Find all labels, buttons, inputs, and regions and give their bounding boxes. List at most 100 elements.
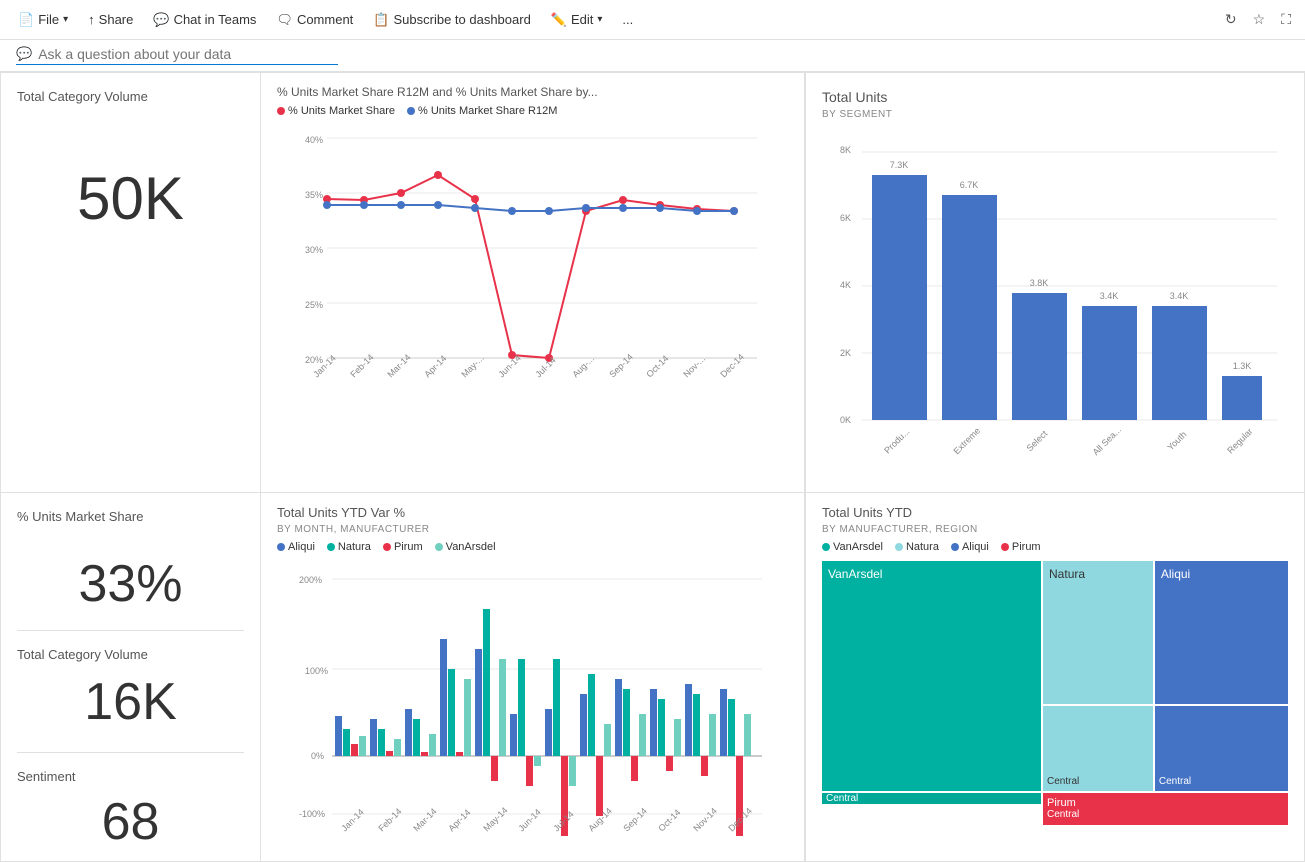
- svg-text:Feb-14: Feb-14: [376, 806, 403, 833]
- svg-text:4K: 4K: [840, 280, 851, 290]
- edit-button[interactable]: ✏️ Edit ▾: [543, 8, 611, 32]
- svg-text:Aug-...: Aug-...: [570, 354, 596, 380]
- svg-text:200%: 200%: [299, 575, 322, 585]
- legend-item-2: % Units Market Share R12M: [407, 105, 557, 117]
- treemap-pirum[interactable]: Pirum Central: [1041, 791, 1288, 825]
- svg-text:Feb-14: Feb-14: [348, 352, 375, 379]
- subscribe-label: Subscribe to dashboard: [393, 12, 530, 27]
- tile-bar-chart[interactable]: Total Units BY SEGMENT 0K 2K 4K 6K 8K 7.…: [805, 72, 1305, 492]
- fullscreen-icon[interactable]: ⛶: [1277, 7, 1295, 32]
- units-market-share-value: 33%: [17, 554, 244, 614]
- svg-text:-100%: -100%: [299, 809, 325, 819]
- svg-text:7.3K: 7.3K: [890, 160, 909, 170]
- edit-label: Edit: [571, 12, 593, 27]
- treemap-aliqui[interactable]: Aliqui: [1153, 561, 1288, 704]
- cat-vol-2-title: Total Category Volume: [17, 647, 244, 662]
- legend-pirum: Pirum: [383, 541, 423, 553]
- file-chevron-icon: ▾: [63, 14, 68, 25]
- treemap-natura[interactable]: Natura: [1041, 561, 1153, 704]
- svg-text:6.7K: 6.7K: [960, 180, 979, 190]
- legend-aliqui: Aliqui: [277, 541, 315, 553]
- svg-text:Sep-14: Sep-14: [607, 352, 635, 380]
- svg-text:Regular: Regular: [1225, 426, 1254, 455]
- svg-text:Nov-...: Nov-...: [681, 354, 707, 380]
- comment-icon: 🗨: [276, 12, 293, 28]
- treemap-aliqui-central[interactable]: Central: [1153, 704, 1288, 791]
- sentiment-value: 68: [17, 792, 244, 852]
- svg-text:2K: 2K: [840, 348, 851, 358]
- treemap-cells: VanArsdel Natura Aliqui Central Central …: [822, 561, 1288, 825]
- svg-text:May-...: May-...: [459, 353, 486, 380]
- line-chart-svg: 40% 35% 30% 25% 20%: [277, 123, 767, 433]
- svg-text:Oct-14: Oct-14: [644, 353, 670, 379]
- chat-button[interactable]: 💬 Chat in Teams: [145, 8, 264, 32]
- chat-label: Chat in Teams: [174, 12, 257, 27]
- favorite-icon[interactable]: ☆: [1249, 7, 1270, 32]
- svg-text:35%: 35%: [305, 190, 323, 200]
- file-icon: 📄: [18, 12, 34, 28]
- tile-1-value: 50K: [17, 164, 244, 233]
- edit-icon: ✏️: [551, 12, 567, 28]
- toolbar: 📄 File ▾ ↑ Share 💬 Chat in Teams 🗨 Comme…: [0, 0, 1305, 40]
- bar2-subtitle: BY MONTH, MANUFACTURER: [277, 524, 788, 535]
- more-button[interactable]: ...: [614, 8, 641, 31]
- share-label: Share: [99, 12, 134, 27]
- treemap-subtitle: BY MANUFACTURER, REGION: [822, 524, 1288, 535]
- svg-text:Apr-14: Apr-14: [422, 353, 448, 379]
- tile-line-chart[interactable]: % Units Market Share R12M and % Units Ma…: [260, 72, 805, 492]
- legend-aliqui-tm: Aliqui: [951, 541, 989, 553]
- tile-left-bottom[interactable]: % Units Market Share 33% Total Category …: [0, 492, 260, 862]
- legend-label-1: % Units Market Share: [288, 105, 395, 117]
- svg-text:Produ...: Produ...: [882, 426, 911, 455]
- line-chart-legend: % Units Market Share % Units Market Shar…: [277, 105, 788, 117]
- svg-text:1.3K: 1.3K: [1233, 361, 1252, 371]
- svg-text:Jan-14: Jan-14: [339, 807, 366, 834]
- file-menu[interactable]: 📄 File ▾: [10, 8, 76, 32]
- treemap-legend: VanArsdel Natura Aliqui Pirum: [822, 541, 1288, 553]
- refresh-icon[interactable]: ↻: [1221, 7, 1241, 32]
- treemap-natura-central[interactable]: Central: [1041, 704, 1153, 791]
- ask-underline[interactable]: 💬: [16, 46, 338, 65]
- tile-category-volume-2: Total Category Volume 16K Sentiment 68: [17, 631, 244, 852]
- svg-text:25%: 25%: [305, 300, 323, 310]
- legend-pirum-tm: Pirum: [1001, 541, 1041, 553]
- comment-button[interactable]: 🗨 Comment: [268, 8, 361, 32]
- svg-text:0K: 0K: [840, 415, 851, 425]
- toolbar-right: ↻ ☆ ⛶: [1221, 7, 1295, 32]
- more-label: ...: [622, 12, 633, 27]
- subscribe-button[interactable]: 📋 Subscribe to dashboard: [365, 8, 539, 32]
- ask-input[interactable]: [38, 46, 338, 62]
- tile-total-category-volume-1[interactable]: Total Category Volume 50K: [0, 72, 260, 492]
- treemap-title: Total Units YTD: [822, 505, 1288, 520]
- tile-units-market-share: % Units Market Share 33%: [17, 509, 244, 631]
- svg-text:3.8K: 3.8K: [1030, 278, 1049, 288]
- svg-text:8K: 8K: [840, 145, 851, 155]
- legend-natura: Natura: [327, 541, 371, 553]
- svg-text:Jun-14: Jun-14: [516, 807, 543, 834]
- svg-text:100%: 100%: [305, 666, 328, 676]
- share-button[interactable]: ↑ Share: [80, 8, 141, 31]
- file-label: File: [38, 12, 59, 27]
- svg-text:Extreme: Extreme: [951, 425, 982, 456]
- bar-chart-subtitle: BY SEGMENT: [822, 109, 1288, 120]
- treemap-vanarsdel-central[interactable]: Central: [822, 791, 1041, 804]
- svg-text:All Sea...: All Sea...: [1091, 425, 1124, 458]
- bar2-svg: 200% 100% 0% -100%: [277, 559, 767, 849]
- subscribe-icon: 📋: [373, 12, 389, 28]
- treemap-vanarsdel[interactable]: VanArsdel: [822, 561, 1041, 791]
- line-chart-title: % Units Market Share R12M and % Units Ma…: [277, 85, 788, 99]
- svg-text:30%: 30%: [305, 245, 323, 255]
- svg-text:3.4K: 3.4K: [1170, 291, 1189, 301]
- legend-dot-2: [407, 107, 415, 115]
- bar2-legend: Aliqui Natura Pirum VanArsdel: [277, 541, 788, 553]
- legend-natura-tm: Natura: [895, 541, 939, 553]
- bar-chart-svg: 0K 2K 4K 6K 8K 7.3K Produ... 6.7K Extrem…: [822, 128, 1282, 478]
- tile-treemap[interactable]: Total Units YTD BY MANUFACTURER, REGION …: [805, 492, 1305, 862]
- tile-bar-chart2[interactable]: Total Units YTD Var % BY MONTH, MANUFACT…: [260, 492, 805, 862]
- svg-text:3.4K: 3.4K: [1100, 291, 1119, 301]
- legend-vanarsdel: VanArsdel: [435, 541, 496, 553]
- bar2-title: Total Units YTD Var %: [277, 505, 788, 520]
- chat-icon: 💬: [153, 12, 169, 28]
- svg-text:May-14: May-14: [481, 805, 509, 833]
- comment-label: Comment: [297, 12, 353, 27]
